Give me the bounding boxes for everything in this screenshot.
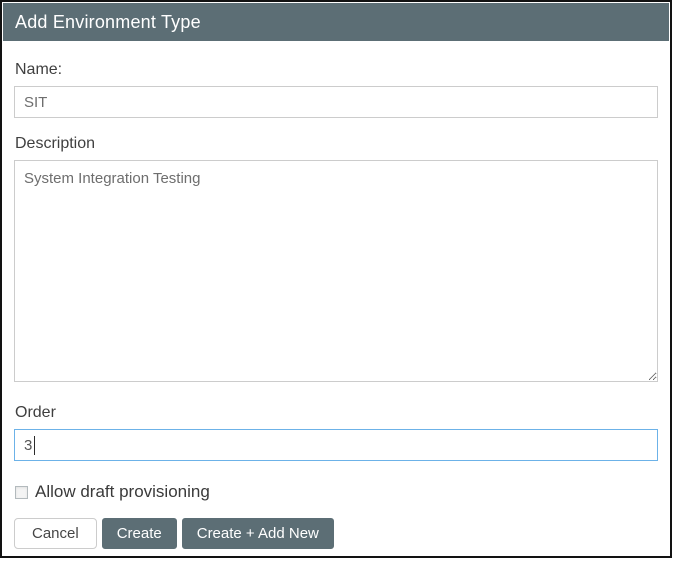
allow-draft-row: Allow draft provisioning <box>14 482 658 502</box>
text-caret <box>34 436 35 455</box>
name-label: Name: <box>15 61 658 79</box>
screen: Add Environment Type Name: Description S… <box>0 0 676 566</box>
order-label: Order <box>15 404 658 422</box>
dialog-title: Add Environment Type <box>15 12 201 33</box>
allow-draft-checkbox[interactable] <box>15 486 28 499</box>
add-environment-type-dialog: Add Environment Type Name: Description S… <box>0 0 672 558</box>
name-input[interactable] <box>14 86 658 118</box>
dialog-body: Name: Description System Integration Tes… <box>2 61 670 549</box>
allow-draft-label: Allow draft provisioning <box>35 482 210 502</box>
cancel-button[interactable]: Cancel <box>14 518 97 549</box>
dialog-header: Add Environment Type <box>3 3 669 41</box>
description-textarea[interactable]: System Integration Testing <box>14 160 658 382</box>
create-button[interactable]: Create <box>102 518 177 549</box>
description-label: Description <box>15 135 658 153</box>
create-add-new-button[interactable]: Create + Add New <box>182 518 334 549</box>
dialog-button-row: Cancel Create Create + Add New <box>14 518 658 549</box>
order-input[interactable] <box>14 429 658 461</box>
order-input-wrap <box>14 429 658 461</box>
